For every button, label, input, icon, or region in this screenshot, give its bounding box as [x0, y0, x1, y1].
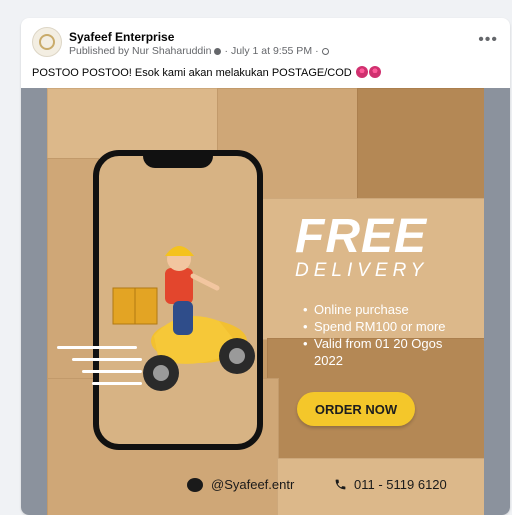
bullet-continuation: 2022	[314, 353, 343, 368]
post-image[interactable]: FREE DELIVERY Online purchase Spend RM10…	[47, 88, 484, 515]
info-icon	[214, 47, 222, 55]
bullet-item: Valid from 01 20 Ogos	[303, 335, 446, 352]
social-handle: @Syafeef.entr	[187, 477, 294, 492]
speed-line	[82, 370, 142, 373]
caption-text: POSTOO POSTOO! Esok kami akan melakukan …	[32, 67, 352, 79]
image-frame-right	[484, 88, 510, 515]
phone-contact: 011 - 5119 6120	[334, 477, 447, 492]
ad-bullet-list: Online purchase Spend RM100 or more Vali…	[303, 301, 446, 369]
phone-number: 011 - 5119 6120	[354, 477, 447, 492]
avatar[interactable]	[32, 27, 62, 57]
chat-icon	[187, 477, 203, 492]
image-frame-left	[21, 88, 47, 515]
post-card: Syafeef Enterprise Published by Nur Shah…	[21, 18, 510, 515]
separator-dot: ·	[224, 45, 228, 57]
social-handle-text: @Syafeef.entr	[211, 477, 295, 492]
post-caption: POSTOO POSTOO! Esok kami akan melakukan …	[32, 66, 381, 79]
phone-icon	[335, 479, 346, 490]
speed-line	[92, 382, 142, 385]
ad-subtitle: DELIVERY	[295, 260, 429, 281]
bullet-item: Spend RM100 or more	[303, 318, 446, 335]
emoji-icon	[355, 66, 368, 78]
speed-line	[72, 358, 142, 361]
bullet-item: Online purchase	[303, 301, 446, 318]
post-date-link[interactable]: July 1 at 9:55 PM	[231, 45, 312, 57]
delivery-rider-icon	[112, 246, 255, 391]
post-meta: Published by Nur Shaharuddin · July 1 at…	[69, 45, 329, 57]
order-now-button[interactable]: ORDER NOW	[297, 392, 415, 426]
more-options-button[interactable]: •••	[478, 31, 498, 49]
speed-line	[57, 346, 137, 349]
published-by-text: Published by Nur Shaharuddin	[69, 45, 212, 57]
phone-illustration	[93, 150, 263, 450]
page-name-link[interactable]: Syafeef Enterprise	[69, 30, 174, 44]
separator-dot: ·	[315, 45, 319, 57]
ad-title: FREE	[295, 210, 428, 263]
emoji-icon	[368, 66, 381, 78]
logo-mark-icon	[39, 34, 55, 50]
post-header: Syafeef Enterprise Published by Nur Shah…	[21, 18, 510, 66]
background-box	[357, 88, 484, 210]
globe-icon	[321, 47, 329, 55]
